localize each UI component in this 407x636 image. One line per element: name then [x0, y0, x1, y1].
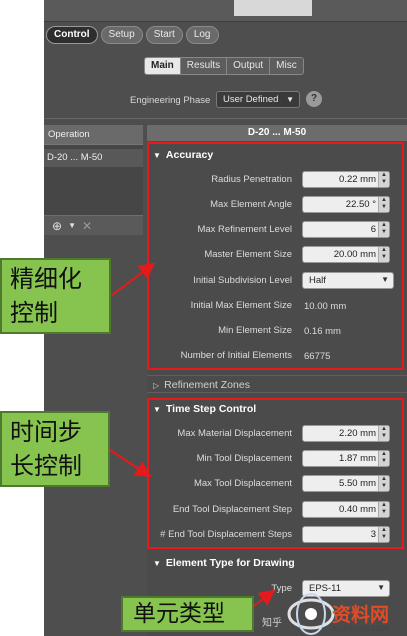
- add-icon[interactable]: ⊕: [52, 219, 62, 233]
- delete-icon[interactable]: ✕: [82, 219, 92, 233]
- note-line: 长控制: [10, 452, 82, 480]
- note-time-step-control: 时间步 长控制: [0, 411, 110, 487]
- note-refinement-control: 精细化 控制: [0, 258, 111, 334]
- note-element-type: 单元类型: [121, 596, 254, 632]
- expand-triangle-icon: ▼: [153, 559, 161, 568]
- tab-results[interactable]: Results: [180, 58, 228, 74]
- section-element-type-title: Element Type for Drawing: [165, 557, 295, 569]
- tab-log[interactable]: Log: [185, 26, 219, 44]
- detail-panel-header: D-20 ... M-50: [147, 125, 407, 141]
- tab-start[interactable]: Start: [145, 26, 183, 44]
- tab-control[interactable]: Control: [46, 26, 98, 44]
- note-line: 控制: [10, 299, 58, 327]
- section-element-type-header[interactable]: ▼ Element Type for Drawing: [147, 554, 407, 572]
- note-line: 精细化: [10, 265, 82, 293]
- collapsed-triangle-icon: ▷: [153, 381, 160, 390]
- divider: [44, 118, 407, 119]
- engineering-phase-value: User Defined: [223, 94, 279, 105]
- screenshot-canvas: Control Setup Start Log Main Results Out…: [0, 0, 407, 636]
- tab-main[interactable]: Main: [145, 58, 181, 74]
- watermark-zhihu: 知乎: [262, 618, 282, 629]
- section-refinement-zones-header[interactable]: ▷ Refinement Zones: [147, 375, 407, 393]
- note-line: 时间步: [10, 418, 82, 446]
- tab-setup[interactable]: Setup: [100, 26, 143, 44]
- engineering-phase-select[interactable]: User Defined ▼: [216, 91, 300, 108]
- chevron-down-icon: ▼: [286, 95, 294, 104]
- tab-output[interactable]: Output: [227, 58, 271, 74]
- watermark-logo-sub: ZL.XS1616.COM: [332, 624, 390, 633]
- help-icon[interactable]: ?: [306, 91, 322, 107]
- main-tab-bar: Control Setup Start Log: [46, 26, 219, 46]
- top-toolbar-strip: [44, 0, 407, 22]
- sub-tab-bar: Main Results Output Misc: [144, 57, 304, 75]
- tab-misc[interactable]: Misc: [270, 58, 303, 74]
- operation-list-item[interactable]: D-20 ... M-50: [44, 149, 143, 167]
- operation-header: Operation: [44, 125, 143, 145]
- watermark-logo-text: 资料网: [332, 604, 390, 626]
- operation-toolbar: ⊕ ▼ ✕: [44, 215, 143, 235]
- operation-panel: Operation D-20 ... M-50 ⊕ ▼ ✕: [44, 125, 143, 235]
- annotation-box-accuracy: [147, 142, 404, 370]
- engineering-phase-label: Engineering Phase: [130, 95, 211, 106]
- chevron-down-icon[interactable]: ▼: [68, 221, 76, 230]
- toolbar-highlight: [234, 0, 312, 16]
- section-refinement-zones-title: Refinement Zones: [164, 379, 250, 391]
- annotation-box-time-step: [147, 398, 404, 549]
